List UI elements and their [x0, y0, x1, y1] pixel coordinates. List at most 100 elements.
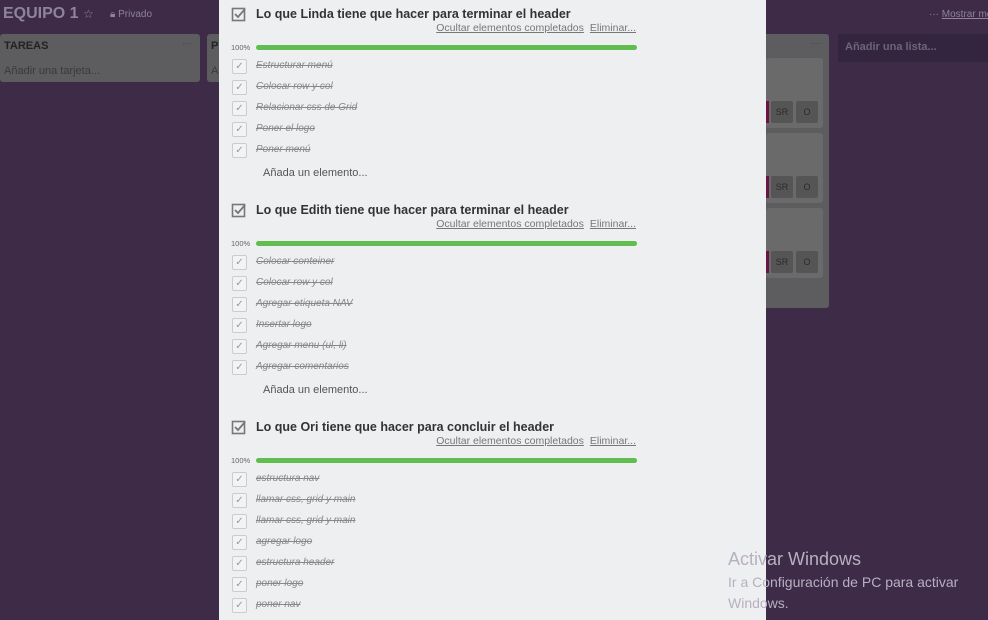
checkbox-checked-icon[interactable]: ✓ — [232, 535, 247, 550]
checkbox-checked-icon[interactable]: ✓ — [232, 514, 247, 529]
card-detail-modal: Lo que Linda tiene que hacer para termin… — [219, 0, 766, 620]
checklist-item[interactable]: ✓ poner logo — [219, 574, 766, 595]
checkbox-checked-icon[interactable]: ✓ — [232, 577, 247, 592]
checklist-item[interactable]: ✓ estructura header — [219, 553, 766, 574]
progress-bar — [256, 458, 637, 463]
checkbox-checked-icon[interactable]: ✓ — [232, 556, 247, 571]
watermark-line1: Ir a Configuración de PC para activar — [728, 574, 959, 590]
visibility-label: Privado — [118, 9, 153, 20]
progress-percent: 100% — [231, 239, 251, 248]
list-title: TAREAS — [4, 40, 49, 52]
checklist-item[interactable]: ✓ llamar css, grid y main — [219, 511, 766, 532]
checkbox-checked-icon[interactable]: ✓ — [232, 276, 247, 291]
checklist-item[interactable]: ✓ Agregar menu (ul, li) — [219, 336, 766, 357]
add-item-button[interactable]: Añada un elemento... — [219, 378, 766, 402]
checklist-title[interactable]: Lo que Edith tiene que hacer para termin… — [256, 203, 569, 217]
delete-checklist-link[interactable]: Eliminar... — [590, 218, 636, 230]
checklist-title[interactable]: Lo que Ori tiene que hacer para concluir… — [256, 420, 554, 434]
checklist-item[interactable]: ✓ Estructurar menú — [219, 56, 766, 77]
checkbox-checked-icon[interactable]: ✓ — [232, 297, 247, 312]
list-menu-icon[interactable]: ··· — [182, 38, 192, 49]
delete-checklist-link[interactable]: Eliminar... — [590, 22, 636, 34]
list-tareas: TAREAS ··· Añadir una tarjeta... — [0, 34, 200, 82]
checklist-icon — [231, 420, 246, 435]
hide-completed-link[interactable]: Ocultar elementos completados — [436, 22, 584, 34]
progress-percent: 100% — [231, 43, 251, 52]
windows-activation-watermark: Activar Windows Ir a Configuración de PC… — [728, 549, 958, 614]
member-badge: O — [796, 101, 818, 123]
checklist-item-text: Agregar etiqueta NAV — [256, 298, 353, 309]
star-icon[interactable]: ☆ — [83, 7, 94, 21]
checklist-item[interactable]: ✓ Poner el logo — [219, 119, 766, 140]
list-title: P — [211, 40, 219, 52]
checkbox-checked-icon[interactable]: ✓ — [232, 59, 247, 74]
checkbox-checked-icon[interactable]: ✓ — [232, 255, 247, 270]
checklist-item-text: estructura header — [256, 557, 335, 568]
member-badge: SR — [771, 251, 793, 273]
checkbox-checked-icon[interactable]: ✓ — [232, 143, 247, 158]
board-title[interactable]: EQUIPO 1 — [3, 5, 79, 23]
checklist-item-text: Colocar conteiner — [256, 256, 335, 267]
checklist-item-text: estructura nav — [256, 473, 320, 484]
checklist-item[interactable]: ✓ Agregar etiqueta NAV — [219, 294, 766, 315]
checkbox-checked-icon[interactable]: ✓ — [232, 101, 247, 116]
checkbox-checked-icon[interactable]: ✓ — [232, 122, 247, 137]
checkbox-checked-icon[interactable]: ✓ — [232, 80, 247, 95]
checklist-item[interactable]: ✓ Insertar logo — [219, 315, 766, 336]
checklist-item-text: Colocar row y col — [256, 277, 333, 288]
hide-completed-link[interactable]: Ocultar elementos completados — [436, 218, 584, 230]
checklist-item[interactable]: ✓ estructura nav — [219, 469, 766, 490]
add-item-button[interactable]: Añada un elemento... — [219, 161, 766, 185]
add-list-button[interactable]: Añadir una lista... — [838, 34, 988, 62]
checkbox-checked-icon[interactable]: ✓ — [232, 339, 247, 354]
checklist-item[interactable]: ✓ Colocar conteiner — [219, 252, 766, 273]
checklist-item-text: poner nav — [256, 599, 301, 610]
checklist-item-text: Colocar row y col — [256, 81, 333, 92]
checkbox-checked-icon[interactable]: ✓ — [232, 472, 247, 487]
list-right: ··· SR O SR O SR O — [760, 34, 829, 308]
delete-checklist-link[interactable]: Eliminar... — [590, 435, 636, 447]
show-menu-button[interactable]: ··· Mostrar menú — [929, 9, 988, 20]
list-menu-icon[interactable]: ··· — [811, 38, 821, 49]
checklist-item-text: Insertar logo — [256, 319, 312, 330]
progress-fill — [256, 241, 637, 246]
card[interactable]: SR O — [766, 133, 823, 203]
checklist-item-text: Poner el logo — [256, 123, 315, 134]
add-card-button[interactable]: A — [211, 65, 218, 77]
progress-fill — [256, 458, 637, 463]
checklist-item[interactable]: ✓ Poner menú — [219, 140, 766, 161]
checklist-item[interactable]: ✓ Agregar comentarios — [219, 357, 766, 378]
checklist-title[interactable]: Lo que Linda tiene que hacer para termin… — [256, 7, 571, 21]
checkbox-checked-icon[interactable]: ✓ — [232, 493, 247, 508]
show-menu-label: Mostrar menú — [941, 9, 988, 20]
card[interactable]: SR O — [766, 58, 823, 128]
checklist-item[interactable]: ✓ Colocar row y col — [219, 273, 766, 294]
add-card-button[interactable]: Añadir una tarjeta... — [4, 65, 100, 77]
lock-icon: 🔒︎ — [110, 9, 119, 20]
checklist-item[interactable]: ✓ agregar logo — [219, 532, 766, 553]
watermark-line2: Windows. — [728, 595, 789, 611]
visibility-button[interactable]: 🔒︎ Privado — [110, 9, 152, 20]
member-badge: SR — [771, 176, 793, 198]
progress-fill — [256, 45, 637, 50]
watermark-title: Activar Windows — [728, 549, 862, 569]
checkbox-checked-icon[interactable]: ✓ — [232, 598, 247, 613]
checklist-item[interactable]: ✓ Relacionar css de Grid — [219, 98, 766, 119]
progress-bar — [256, 241, 637, 246]
checkbox-checked-icon[interactable]: ✓ — [232, 318, 247, 333]
card[interactable]: SR O — [766, 208, 823, 278]
checklist-item-text: llamar css, grid y main — [256, 515, 356, 526]
checklist-item-text: llamar css, grid y main — [256, 494, 356, 505]
checklist-item[interactable]: ✓ Colocar row y col — [219, 77, 766, 98]
checklist-item-text: Agregar comentarios — [256, 361, 349, 372]
checklist-icon — [231, 7, 246, 22]
checklist-item[interactable]: ✓ poner nav — [219, 595, 766, 616]
checklist-item-text: agregar logo — [256, 536, 313, 547]
member-badge: SR — [771, 101, 793, 123]
checklist-item-text: Poner menú — [256, 144, 311, 155]
checklist-item-text: Agregar menu (ul, li) — [256, 340, 347, 351]
hide-completed-link[interactable]: Ocultar elementos completados — [436, 435, 584, 447]
checklist-item[interactable]: ✓ llamar css, grid y main — [219, 490, 766, 511]
member-badge: O — [796, 176, 818, 198]
checkbox-checked-icon[interactable]: ✓ — [232, 360, 247, 375]
